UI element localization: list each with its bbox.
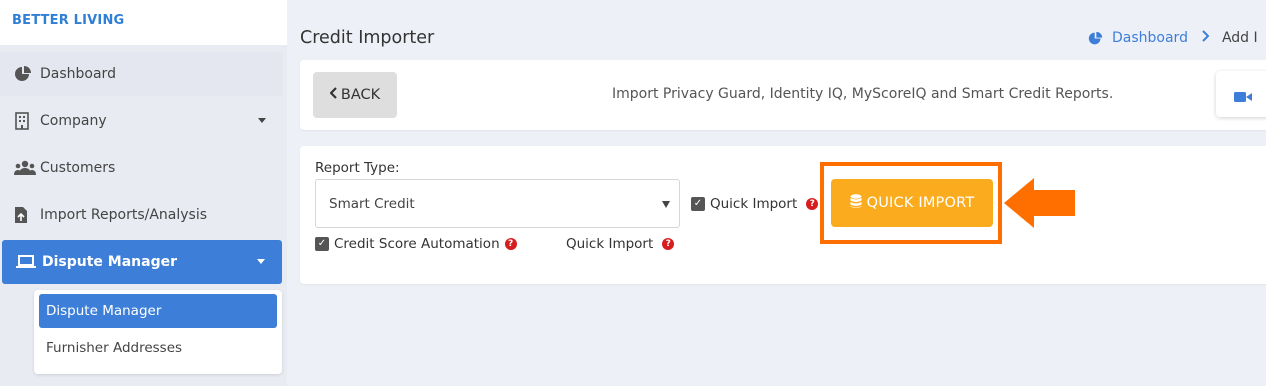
sidebar-item-label: Company xyxy=(40,113,107,129)
sidebar-item-label: Dispute Manager xyxy=(42,254,178,270)
breadcrumb-dashboard-link[interactable]: Dashboard xyxy=(1112,30,1188,46)
quick-import-button[interactable]: QUICK IMPORT xyxy=(831,179,993,227)
breadcrumb-current: Add I xyxy=(1221,30,1258,46)
submenu-item-dispute-manager[interactable]: Dispute Manager xyxy=(39,294,277,328)
sidebar-item-dispute-manager[interactable]: Dispute Manager xyxy=(2,240,282,284)
database-icon xyxy=(850,193,862,213)
pie-chart-icon xyxy=(14,65,38,83)
video-camera-icon xyxy=(1234,88,1252,107)
credit-score-automation-checkbox[interactable]: ✓ xyxy=(315,237,329,251)
video-tutorial-button[interactable] xyxy=(1216,71,1266,117)
sidebar-item-label: Customers xyxy=(40,160,116,176)
import-form-card: Report Type: Smart Credit ✓ Quick Import… xyxy=(300,146,1266,284)
help-icon[interactable]: ? xyxy=(504,238,517,250)
dispute-manager-submenu: Dispute Manager Furnisher Addresses xyxy=(34,290,282,374)
credit-score-automation-option: ✓ Credit Score Automation ? xyxy=(315,236,517,252)
chevron-right-icon xyxy=(1202,30,1210,46)
back-button-label: BACK xyxy=(340,87,381,103)
toolbar-card: BACK Import Privacy Guard, Identity IQ, … xyxy=(300,60,1266,130)
building-icon xyxy=(14,112,38,130)
report-type-value: Smart Credit xyxy=(329,196,415,212)
quick-import-option: ✓ Quick Import ? xyxy=(691,196,819,212)
brand-logo[interactable]: BETTER LIVING xyxy=(0,0,287,45)
help-icon[interactable]: ? xyxy=(662,238,675,250)
credit-score-automation-label: Credit Score Automation xyxy=(334,236,500,252)
highlight-frame: QUICK IMPORT xyxy=(820,162,1002,244)
pie-chart-icon xyxy=(1088,31,1103,46)
caret-down-icon xyxy=(662,201,670,208)
quick-import-button-label: QUICK IMPORT xyxy=(866,195,975,211)
sidebar-item-dashboard[interactable]: Dashboard xyxy=(0,52,283,96)
caret-down-icon xyxy=(257,259,265,264)
sidebar-item-customers[interactable]: Customers xyxy=(0,146,283,190)
file-import-icon xyxy=(14,206,38,224)
quick-import-info: Quick Import ? xyxy=(566,236,675,252)
laptop-icon xyxy=(16,253,40,271)
sidebar-item-import-reports[interactable]: Import Reports/Analysis xyxy=(0,193,283,237)
import-description: Import Privacy Guard, Identity IQ, MySco… xyxy=(612,86,1114,102)
sidebar-item-company[interactable]: Company xyxy=(0,99,283,143)
help-icon[interactable]: ? xyxy=(806,198,819,210)
chevron-left-icon xyxy=(329,87,338,103)
sidebar: BETTER LIVING Dashboard Company Customer… xyxy=(0,0,287,386)
quick-import-label: Quick Import xyxy=(566,236,654,252)
quick-import-checkbox[interactable]: ✓ xyxy=(691,197,705,211)
sidebar-item-label: Dashboard xyxy=(40,66,116,82)
sidebar-item-label: Import Reports/Analysis xyxy=(40,207,208,223)
submenu-item-furnisher-addresses[interactable]: Furnisher Addresses xyxy=(39,331,277,365)
report-type-label: Report Type: xyxy=(315,160,400,176)
quick-import-checkbox-label: Quick Import xyxy=(710,196,798,212)
back-button[interactable]: BACK xyxy=(313,72,397,118)
annotation-arrow-icon xyxy=(1004,178,1076,232)
page-title: Credit Importer xyxy=(300,28,435,48)
users-icon xyxy=(14,159,38,177)
breadcrumb: Dashboard Add I xyxy=(1088,30,1258,46)
caret-down-icon xyxy=(258,118,266,123)
report-type-select[interactable]: Smart Credit xyxy=(315,179,680,228)
